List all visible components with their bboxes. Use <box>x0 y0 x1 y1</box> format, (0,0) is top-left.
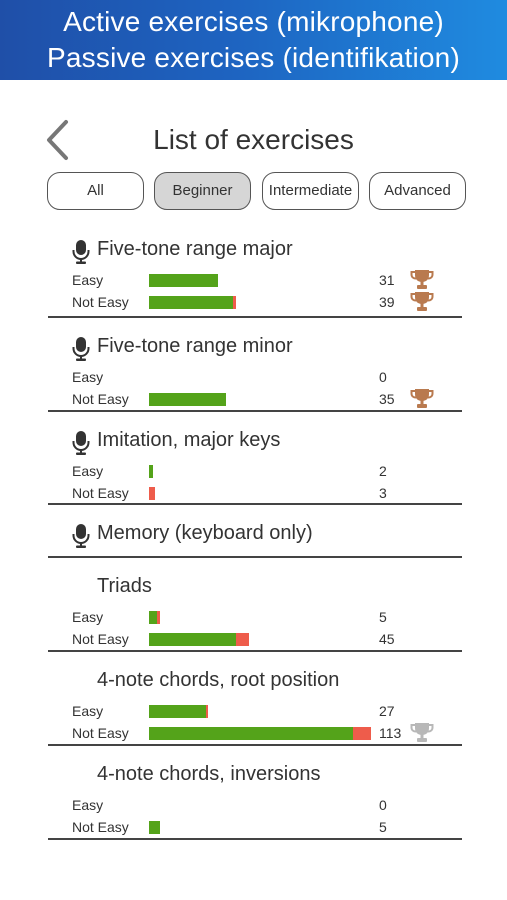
progress-wrong-segment <box>236 632 249 646</box>
difficulty-row: Not Easy 3 <box>72 484 462 502</box>
exercise-title: Five-tone range minor <box>97 335 293 357</box>
filter-intermediate-button[interactable]: Intermediate <box>262 172 359 210</box>
progress-correct-segment <box>149 392 226 406</box>
attempt-count: 0 <box>379 369 387 385</box>
page-title: List of exercises <box>153 124 354 155</box>
progress-correct-segment <box>149 274 218 287</box>
filter-advanced-button[interactable]: Advanced <box>369 172 466 210</box>
exercise-title: Triads <box>97 575 152 597</box>
difficulty-label: Easy <box>72 369 104 385</box>
progress-wrong-segment <box>206 705 208 718</box>
banner-line-2: Passive exercises (identifikation) <box>47 42 460 73</box>
info-banner: Active exercises (mikrophone) Passive ex… <box>0 0 507 80</box>
exercise-title: 4-note chords, inversions <box>97 763 321 785</box>
attempt-count: 113 <box>379 724 402 741</box>
attempt-count: 45 <box>379 630 395 647</box>
difficulty-row: Easy 31 <box>72 268 462 290</box>
progress-wrong-segment <box>233 295 236 309</box>
difficulty-label: Not Easy <box>72 484 129 501</box>
attempt-count: 0 <box>379 797 387 813</box>
exercise-item[interactable]: Triads Easy 5 Not Easy 45 <box>48 558 462 652</box>
difficulty-row: Easy 0 <box>72 796 462 814</box>
progress-correct-segment <box>149 632 236 646</box>
difficulty-row: Easy 0 <box>72 368 462 386</box>
difficulty-label: Easy <box>72 272 104 288</box>
difficulty-label: Not Easy <box>72 293 129 310</box>
filter-all-button[interactable]: All <box>47 172 144 210</box>
exercise-title: Five-tone range major <box>97 238 293 260</box>
difficulty-label: Not Easy <box>72 390 129 407</box>
microphone-icon <box>72 240 90 264</box>
exercise-title: 4-note chords, root position <box>97 669 340 691</box>
difficulty-label: Not Easy <box>72 818 129 835</box>
difficulty-row: Not Easy 35 <box>72 387 462 409</box>
attempt-count: 3 <box>379 484 387 501</box>
difficulty-label: Not Easy <box>72 630 129 647</box>
progress-correct-segment <box>149 295 233 309</box>
difficulty-row: Not Easy 45 <box>72 630 462 648</box>
progress-wrong-segment <box>353 726 371 740</box>
difficulty-row: Not Easy 39 <box>72 290 462 312</box>
progress-correct-segment <box>149 465 153 478</box>
attempt-count: 5 <box>379 609 387 625</box>
attempt-count: 5 <box>379 818 387 835</box>
attempt-count: 27 <box>379 703 395 719</box>
microphone-icon <box>72 337 90 361</box>
difficulty-row: Easy 5 <box>72 608 462 626</box>
difficulty-label: Not Easy <box>72 724 129 741</box>
filter-beginner-button[interactable]: Beginner <box>154 172 251 210</box>
exercise-title: Memory (keyboard only) <box>97 522 313 544</box>
exercise-item[interactable]: 4-note chords, inversions Easy 0 Not Easy 5 <box>48 746 462 840</box>
progress-correct-segment <box>149 726 353 740</box>
microphone-icon <box>72 431 90 455</box>
difficulty-row: Not Easy 5 <box>72 818 462 836</box>
progress-correct-segment <box>149 611 157 624</box>
difficulty-row: Not Easy 113 <box>72 721 462 743</box>
trophy-icon <box>410 290 434 312</box>
exercise-item[interactable]: Imitation, major keys Easy 2 Not Easy 3 <box>48 412 462 505</box>
attempt-count: 2 <box>379 463 387 479</box>
exercise-list: Five-tone range major Easy 31 Not Easy 39 Fiv… <box>48 234 462 840</box>
trophy-icon <box>410 387 434 409</box>
level-filter-bar: All Beginner Intermediate Advanced <box>47 172 469 212</box>
difficulty-row: Easy 27 <box>72 702 462 720</box>
progress-wrong-segment <box>157 611 160 624</box>
attempt-count: 31 <box>379 272 395 288</box>
attempt-count: 35 <box>379 390 395 407</box>
progress-correct-segment <box>149 820 160 834</box>
difficulty-label: Easy <box>72 463 104 479</box>
exercise-item[interactable]: Five-tone range major Easy 31 Not Easy 39 <box>48 234 462 318</box>
exercise-item[interactable]: Five-tone range minor Easy 0 Not Easy 35 <box>48 318 462 412</box>
exercise-item[interactable]: 4-note chords, root position Easy 27 Not Ea… <box>48 652 462 746</box>
trophy-icon <box>410 721 434 743</box>
banner-line-1: Active exercises (mikrophone) <box>63 6 444 37</box>
difficulty-label: Easy <box>72 609 104 625</box>
progress-correct-segment <box>149 705 206 718</box>
difficulty-label: Easy <box>72 703 104 719</box>
exercise-title: Imitation, major keys <box>97 429 281 451</box>
trophy-icon <box>410 268 434 290</box>
difficulty-label: Easy <box>72 797 104 813</box>
progress-wrong-segment <box>149 486 155 500</box>
microphone-icon <box>72 524 90 548</box>
difficulty-row: Easy 2 <box>72 462 462 480</box>
attempt-count: 39 <box>379 293 395 310</box>
exercise-item[interactable]: Memory (keyboard only) <box>48 505 462 558</box>
